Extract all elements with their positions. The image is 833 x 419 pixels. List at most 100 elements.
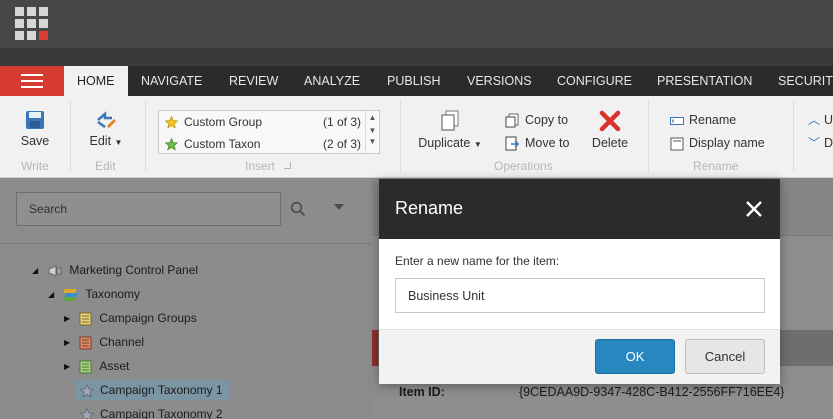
star-icon <box>80 407 94 419</box>
edit-button[interactable]: Edit ▼ <box>82 110 130 148</box>
scroll-down-icon[interactable]: ▼ <box>366 124 379 137</box>
tab-review[interactable]: REVIEW <box>216 66 291 96</box>
group-label-insert: Insert <box>245 159 276 173</box>
move-to-icon <box>505 136 520 151</box>
group-label-rename: Rename <box>693 159 739 173</box>
tree-item-label: Marketing Control Panel <box>69 263 199 277</box>
rename-label: Rename <box>689 113 737 127</box>
save-icon <box>26 111 44 129</box>
tab-analyze[interactable]: ANALYZE <box>291 66 373 96</box>
tab-configure[interactable]: CONFIGURE <box>544 66 645 96</box>
duplicate-label: Duplicate <box>418 136 471 150</box>
item-id-label: Item ID: <box>399 385 445 399</box>
cancel-button[interactable]: Cancel <box>685 339 765 374</box>
ribbon-tab-bar: HOME NAVIGATE REVIEW ANALYZE PUBLISH VER… <box>0 66 833 96</box>
megaphone-icon <box>48 265 62 277</box>
expand-arrow-icon[interactable]: ▶ <box>64 333 76 353</box>
app-launcher-grid-icon[interactable] <box>15 7 48 40</box>
group-label-write: Write <box>21 159 49 173</box>
move-to-button[interactable]: Move to <box>505 135 569 151</box>
menu-button[interactable] <box>0 66 64 96</box>
insert-gallery: Custom Group (1 of 3) Custom Taxon (2 of… <box>158 110 380 154</box>
tree-item-label: Taxonomy <box>85 287 141 301</box>
delete-icon <box>599 110 621 132</box>
insert-item-label: Custom Group <box>184 115 263 129</box>
display-name-label: Display name <box>689 136 765 150</box>
duplicate-button[interactable]: Duplicate ▼ <box>414 110 486 150</box>
group-label-operations: Operations <box>494 159 553 173</box>
insert-item-count: (1 of 3) <box>322 115 361 129</box>
insert-item-custom-group[interactable]: Custom Group (1 of 3) <box>165 113 361 131</box>
arrow-up-icon: ︿ <box>808 113 821 127</box>
display-name-button[interactable]: Display name <box>670 135 765 151</box>
search-options-dropdown-icon[interactable] <box>334 204 344 210</box>
save-label: Save <box>20 134 50 148</box>
star-icon <box>165 138 178 151</box>
save-button[interactable]: Save <box>12 110 58 148</box>
tree-item-asset[interactable]: ▶ Asset <box>64 356 129 376</box>
delete-label: Delete <box>591 136 629 150</box>
divider <box>70 100 71 172</box>
section-accent <box>372 330 378 366</box>
gallery-expand-icon[interactable]: ▼ <box>366 137 379 147</box>
tree-item-campaign-taxonomy-1[interactable]: Campaign Taxonomy 1 <box>76 380 229 400</box>
copy-to-button[interactable]: Copy to <box>505 112 568 128</box>
ribbon: Save Write Edit ▼ Edit Custom Group (1 o… <box>0 96 833 178</box>
tab-security[interactable]: SECURITY <box>765 66 833 96</box>
divider <box>145 100 146 172</box>
expand-arrow-icon[interactable]: ▶ <box>64 309 76 329</box>
tree-item-label: Campaign Taxonomy 1 <box>100 383 223 397</box>
collapse-arrow-icon[interactable]: ◢ <box>32 261 44 281</box>
tree-item-campaign-groups[interactable]: ▶ Campaign Groups <box>64 308 197 328</box>
divider <box>793 100 794 172</box>
copy-to-label: Copy to <box>525 113 569 127</box>
search-icon[interactable] <box>290 201 306 217</box>
expand-arrow-icon[interactable]: ▶ <box>64 357 76 377</box>
top-bar <box>0 0 833 48</box>
rename-button[interactable]: Rename <box>670 112 736 128</box>
tab-navigate[interactable]: NAVIGATE <box>128 66 215 96</box>
books-stack-icon <box>64 288 78 301</box>
document-list-icon <box>79 360 92 374</box>
dialog-footer: OK Cancel <box>379 329 780 384</box>
move-to-label: Move to <box>525 136 570 150</box>
ok-button[interactable]: OK <box>595 339 675 374</box>
item-id-value: {9CEDAA9D-9347-428C-B412-2556FF716EE4} <box>519 385 785 399</box>
tree-item-campaign-taxonomy-2[interactable]: Campaign Taxonomy 2 <box>80 404 223 419</box>
tab-home[interactable]: HOME <box>64 66 128 96</box>
tab-publish[interactable]: PUBLISH <box>374 66 454 96</box>
star-icon <box>80 383 94 398</box>
rename-dialog: Rename Enter a new name for the item: OK… <box>379 179 780 384</box>
content-tree-pane: ◢ Marketing Control Panel ◢ Taxonomy ▶ C… <box>0 178 372 419</box>
divider <box>0 243 372 244</box>
gallery-scrollbar[interactable]: ▲ ▼ ▼ <box>365 111 379 153</box>
divider <box>400 100 401 172</box>
sort-down-button[interactable]: ﹀ D <box>808 135 833 151</box>
group-label-edit: Edit <box>95 159 116 173</box>
arrow-down-icon: ﹀ <box>808 136 821 150</box>
delete-button[interactable]: Delete <box>588 110 632 150</box>
tree-item-taxonomy[interactable]: ◢ Taxonomy <box>48 284 140 304</box>
copy-to-icon <box>505 113 519 128</box>
dialog-launcher-icon[interactable] <box>284 162 291 169</box>
scroll-up-icon[interactable]: ▲ <box>366 111 379 124</box>
dialog-header: Rename <box>379 179 780 239</box>
chevron-down-icon: ▼ <box>473 140 482 149</box>
chevron-down-icon: ▼ <box>114 138 123 147</box>
dialog-prompt: Enter a new name for the item: <box>395 254 560 268</box>
close-icon[interactable] <box>745 200 763 218</box>
search-input[interactable] <box>16 192 281 226</box>
document-list-icon <box>79 336 92 350</box>
hamburger-icon <box>21 74 43 88</box>
tree-item-marketing-control-panel[interactable]: ◢ Marketing Control Panel <box>32 260 198 280</box>
tree-item-label: Campaign Groups <box>99 311 197 325</box>
header-strip <box>0 48 833 66</box>
new-name-input[interactable] <box>395 278 765 313</box>
collapse-arrow-icon[interactable]: ◢ <box>48 285 60 305</box>
tab-versions[interactable]: VERSIONS <box>454 66 545 96</box>
tree-item-channel[interactable]: ▶ Channel <box>64 332 144 352</box>
sort-up-button[interactable]: ︿ U <box>808 112 833 128</box>
star-icon <box>165 116 178 129</box>
tab-presentation[interactable]: PRESENTATION <box>644 66 765 96</box>
insert-item-custom-taxon[interactable]: Custom Taxon (2 of 3) <box>165 135 361 153</box>
